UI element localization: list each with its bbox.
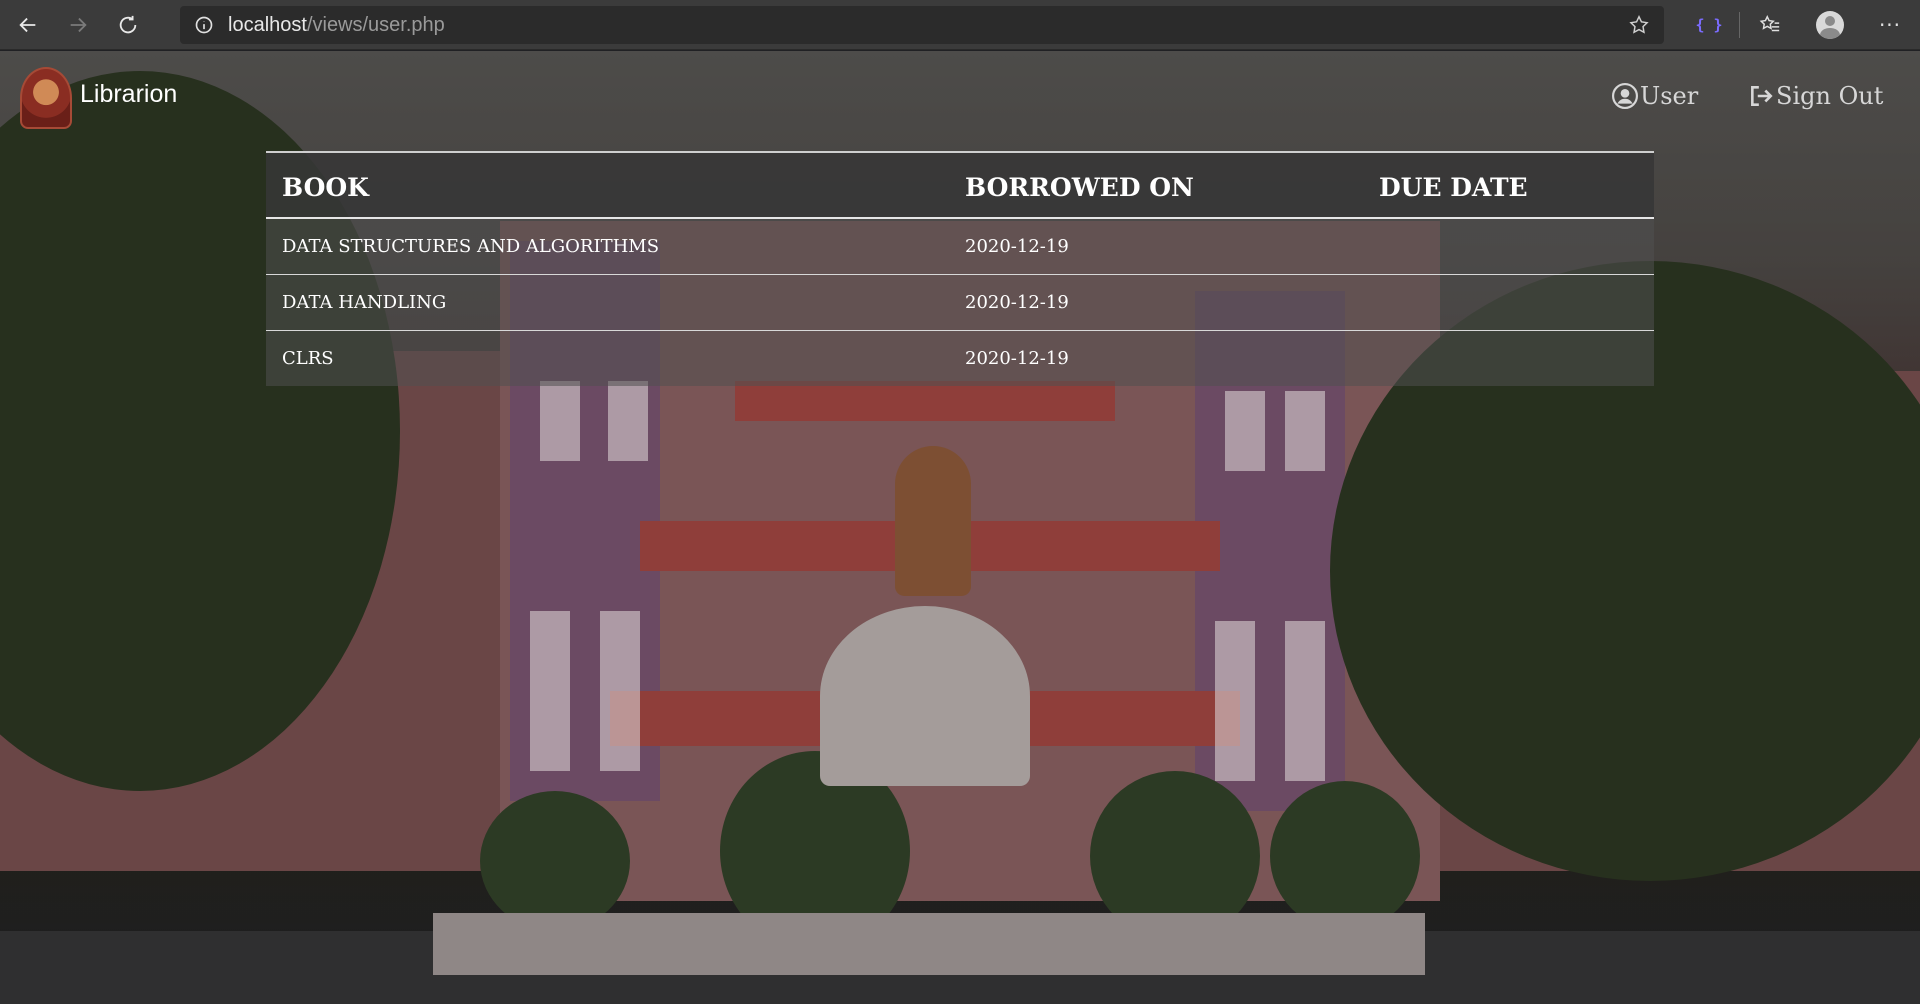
due-date-cell bbox=[1363, 218, 1654, 275]
borrowed-books-table: BOOK BORROWED ON DUE DATE DATA STRUCTURE… bbox=[266, 151, 1654, 386]
profile-button[interactable] bbox=[1800, 0, 1860, 50]
brand-name: Librarion bbox=[80, 79, 178, 108]
favorites-icon bbox=[1759, 15, 1780, 32]
table-header-row: BOOK BORROWED ON DUE DATE bbox=[266, 151, 1654, 219]
borrowed-on-cell: 2020-12-19 bbox=[949, 274, 1363, 331]
user-link-label: User bbox=[1640, 82, 1699, 110]
sign-out-link[interactable]: Sign Out bbox=[1748, 82, 1883, 110]
sign-out-label: Sign Out bbox=[1776, 82, 1884, 110]
refresh-button[interactable] bbox=[106, 3, 150, 47]
borrowed-books-table-wrap: BOOK BORROWED ON DUE DATE DATA STRUCTURE… bbox=[266, 151, 1654, 386]
borrowed-on-cell: 2020-12-19 bbox=[965, 347, 1069, 369]
header-book: BOOK bbox=[266, 151, 949, 219]
header-due-date: DUE DATE bbox=[1363, 151, 1654, 219]
url-text[interactable]: localhost/views/user.php bbox=[228, 14, 445, 37]
browser-toolbar: localhost/views/user.php { } ··· bbox=[0, 0, 1920, 50]
book-cell: DATA HANDLING bbox=[266, 274, 949, 331]
book-cell: CLRS bbox=[282, 347, 334, 369]
due-date-cell bbox=[1363, 330, 1654, 386]
borrowed-on-cell: 2020-12-19 bbox=[949, 218, 1363, 275]
back-arrow-icon bbox=[19, 17, 36, 32]
brand[interactable]: Librarion bbox=[20, 67, 177, 129]
refresh-icon bbox=[119, 15, 137, 33]
address-bar[interactable]: localhost/views/user.php bbox=[180, 6, 1664, 44]
table-row: DATA HANDLING 2020-12-19 bbox=[266, 274, 1654, 331]
profile-icon bbox=[1816, 11, 1844, 39]
forward-arrow-icon bbox=[70, 17, 87, 32]
more-icon: ··· bbox=[1878, 13, 1902, 37]
user-circle-icon bbox=[1612, 83, 1638, 109]
info-icon[interactable] bbox=[194, 15, 214, 35]
sign-out-icon bbox=[1751, 86, 1773, 106]
extension-icon[interactable]: { } bbox=[1679, 0, 1739, 50]
brand-logo bbox=[20, 67, 72, 129]
book-cell: DATA STRUCTURES AND ALGORITHMS bbox=[266, 218, 949, 275]
toolbar-right: { } ··· bbox=[1679, 0, 1920, 50]
due-date-cell bbox=[1363, 274, 1654, 331]
site-navbar: Librarion User Sign Out bbox=[0, 51, 1920, 131]
forward-button[interactable] bbox=[56, 3, 100, 47]
table-row: CLRS 2020-12-19 bbox=[266, 330, 1654, 386]
favorites-button[interactable] bbox=[1740, 0, 1800, 50]
more-button[interactable]: ··· bbox=[1860, 0, 1920, 50]
table-row: DATA STRUCTURES AND ALGORITHMS 2020-12-1… bbox=[266, 218, 1654, 275]
page: Librarion User Sign Out BOOK BORROWED ON… bbox=[0, 51, 1920, 1004]
star-icon[interactable] bbox=[1628, 14, 1650, 36]
url-path: /views/user.php bbox=[306, 13, 445, 36]
user-link[interactable]: User bbox=[1612, 82, 1698, 110]
back-button[interactable] bbox=[6, 3, 50, 47]
header-borrowed-on: BORROWED ON bbox=[949, 151, 1363, 219]
url-host: localhost bbox=[228, 13, 307, 36]
